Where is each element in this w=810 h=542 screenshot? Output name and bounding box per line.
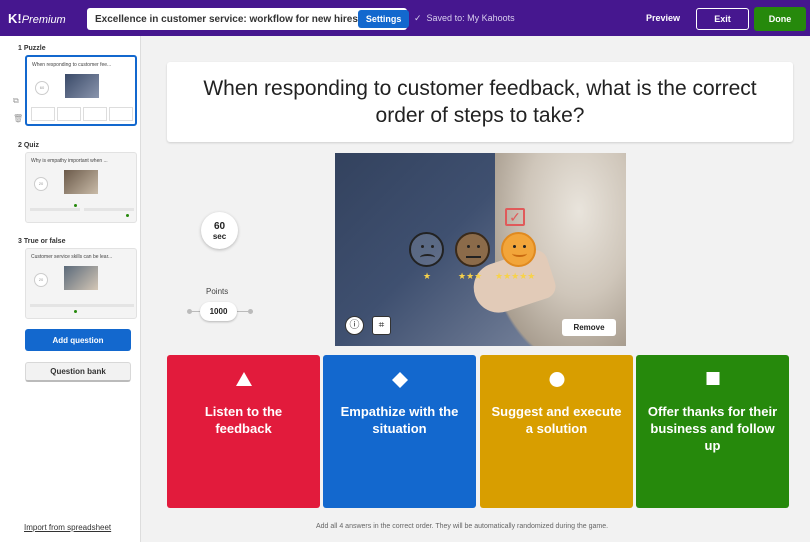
question-field[interactable]: When responding to customer feedback, wh…: [167, 62, 793, 142]
answer-text: Listen to the feedback: [204, 404, 283, 436]
crop-icon[interactable]: ⌗: [372, 316, 391, 335]
correct-dot: [126, 214, 129, 217]
slide-answer-slot: [57, 107, 81, 121]
slide-answer-slot: [83, 107, 107, 121]
slide-timer: 20: [34, 273, 48, 287]
answer-tile-4[interactable]: Offer thanks for their business and foll…: [636, 355, 789, 508]
preview-button[interactable]: Preview: [646, 13, 680, 23]
slide-answer-bar: [30, 208, 80, 211]
diamond-icon: [391, 372, 408, 388]
answer-tile-3[interactable]: Suggest and execute a solution: [480, 355, 633, 508]
remove-image-button[interactable]: Remove: [562, 319, 616, 336]
slide-thumbnail[interactable]: When responding to customer fee... 60: [25, 55, 137, 126]
slide-label: 1 Puzzle: [18, 45, 46, 52]
top-bar: K!Premium Excellence in customer service…: [0, 0, 810, 36]
import-spreadsheet-link[interactable]: Import from spreadsheet: [24, 523, 111, 532]
points-slider-max[interactable]: [248, 309, 253, 314]
slide-timer: 60: [35, 81, 49, 95]
time-limit-selector[interactable]: 60 sec: [201, 212, 238, 249]
answer-tile-1[interactable]: Listen to the feedback: [167, 355, 320, 508]
star-rating-three: ★★★: [458, 271, 483, 281]
slide-image: [65, 74, 99, 98]
answer-tile-2[interactable]: Empathize with the situation: [323, 355, 476, 508]
slide-image: [64, 170, 98, 194]
exit-button[interactable]: Exit: [696, 8, 749, 30]
settings-button[interactable]: Settings: [357, 10, 410, 28]
star-rating-five: ★★★★★: [495, 271, 536, 281]
slide-title: Why is empathy important when ...: [31, 158, 108, 164]
slide-timer: 20: [34, 177, 48, 191]
time-limit-unit: sec: [212, 231, 227, 241]
square-icon: [706, 372, 719, 385]
slide-title: When responding to customer fee...: [32, 62, 112, 68]
happy-face-icon: [501, 232, 536, 267]
points-selector[interactable]: 1000: [200, 302, 237, 321]
time-limit-value: 60: [213, 220, 226, 232]
answer-hint: Add all 4 answers in the correct order. …: [316, 523, 609, 530]
checkmark-icon: ✓: [505, 208, 525, 226]
slide-answer-slot: [31, 107, 55, 121]
logo-premium: Premium: [21, 13, 66, 26]
check-icon: ✓: [414, 13, 422, 23]
slide-title: Customer service skills can be lear...: [31, 254, 113, 260]
points-label: Points: [206, 287, 229, 296]
question-image[interactable]: ✓ ★ ★★★ ★★★★★ ⓘ ⌗ Remove: [335, 153, 626, 346]
correct-dot: [74, 204, 77, 207]
logo-mark: K!: [8, 10, 22, 26]
points-slider-min[interactable]: [187, 309, 192, 314]
answer-text: Offer thanks for their business and foll…: [647, 404, 778, 453]
star-rating-one: ★: [423, 271, 432, 281]
answer-text: Suggest and execute a solution: [491, 404, 622, 436]
kahoot-title-field[interactable]: Excellence in customer service: workflow…: [87, 8, 410, 30]
add-question-button[interactable]: Add question: [25, 329, 131, 351]
done-button[interactable]: Done: [754, 7, 806, 31]
triangle-icon: [235, 372, 252, 386]
slide-label: 3 True or false: [18, 238, 66, 245]
duplicate-icon[interactable]: ⧉: [13, 96, 19, 106]
answer-text: Empathize with the situation: [340, 404, 459, 436]
sad-face-icon: [409, 232, 444, 267]
slide-image: [64, 266, 98, 290]
neutral-face-icon: [455, 232, 490, 267]
image-info-icon[interactable]: ⓘ: [345, 316, 364, 335]
question-text: When responding to customer feedback, wh…: [203, 77, 757, 127]
slide-answer-slot: [109, 107, 133, 121]
slide-label: 2 Quiz: [18, 142, 40, 149]
slide-answer-bar: [30, 304, 134, 307]
slide-answer-bar: [84, 208, 134, 211]
slide-thumbnail[interactable]: Why is empathy important when ... 20: [25, 152, 137, 223]
kahoot-title: Excellence in customer service: workflow…: [95, 13, 358, 25]
slide-sidebar: 1 Puzzle ⧉ 🗑 When responding to customer…: [0, 36, 141, 542]
saved-status: ✓ Saved to: My Kahoots: [414, 13, 515, 24]
kahoot-logo[interactable]: K!Premium: [8, 11, 88, 26]
saved-text: Saved to: My Kahoots: [426, 13, 515, 23]
trash-icon[interactable]: 🗑: [13, 114, 23, 123]
question-bank-button[interactable]: Question bank: [25, 362, 131, 382]
circle-icon: [549, 372, 564, 387]
correct-dot: [74, 310, 77, 313]
slide-thumbnail[interactable]: Customer service skills can be lear... 2…: [25, 248, 137, 319]
